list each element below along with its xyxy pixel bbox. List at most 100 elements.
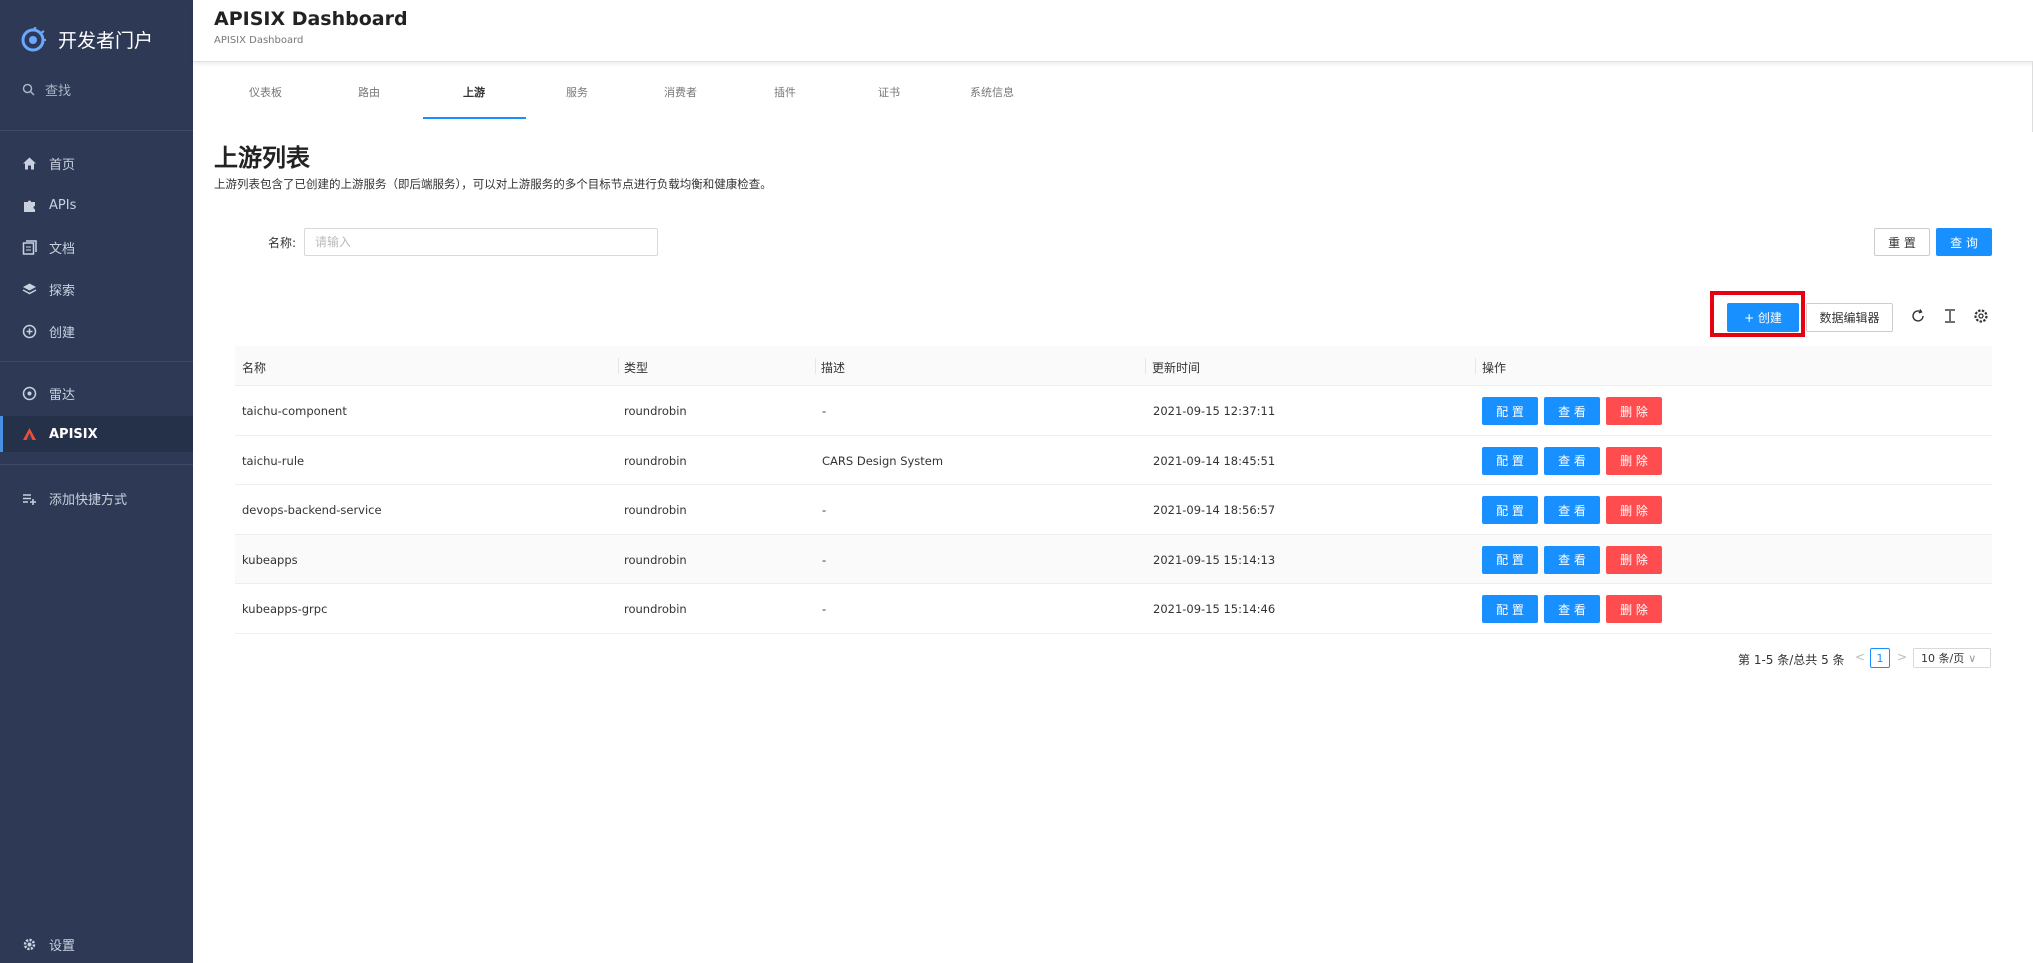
column-header-updated: 更新时间 xyxy=(1152,361,1201,375)
tab-services[interactable]: 服务 xyxy=(566,84,588,100)
tab-routes[interactable]: 路由 xyxy=(358,84,380,100)
sidebar-item-docs[interactable]: 文档 xyxy=(0,229,193,265)
sidebar-item-label: APISIX xyxy=(49,426,98,442)
tab-upstream[interactable]: 上游 xyxy=(463,84,485,100)
cell-type: roundrobin xyxy=(624,404,687,418)
add-circle-icon xyxy=(22,324,37,338)
sidebar-item-explore[interactable]: 探索 xyxy=(0,271,193,307)
tab-certificates[interactable]: 证书 xyxy=(878,84,900,100)
cell-updated: 2021-09-15 12:37:11 xyxy=(1153,404,1276,418)
pagination-prev[interactable]: < xyxy=(1855,650,1865,664)
pagination-page-1[interactable]: 1 xyxy=(1870,648,1890,668)
cell-updated: 2021-09-15 15:14:46 xyxy=(1153,602,1276,617)
create-button[interactable]: + 创建 xyxy=(1727,303,1799,332)
configure-button[interactable]: 配 置 xyxy=(1482,595,1538,624)
page-description: 上游列表包含了已创建的上游服务（即后端服务），可以对上游服务的多个目标节点进行负… xyxy=(214,177,772,191)
sidebar-item-label: 添加快捷方式 xyxy=(49,492,128,508)
sidebar-item-apis[interactable]: APIs xyxy=(0,187,193,223)
sidebar-item-radar[interactable]: 雷达 xyxy=(0,375,193,411)
delete-button[interactable]: 删 除 xyxy=(1606,496,1662,525)
layers-icon xyxy=(22,283,37,294)
view-button[interactable]: 查 看 xyxy=(1544,545,1600,574)
cell-updated: 2021-09-14 18:45:51 xyxy=(1153,453,1276,468)
delete-button[interactable]: 删 除 xyxy=(1606,545,1662,574)
sidebar-item-label: 创建 xyxy=(49,325,76,341)
cell-name: kubeapps-grpc xyxy=(242,602,328,617)
tab-consumers[interactable]: 消费者 xyxy=(664,84,697,100)
playlist-add-icon xyxy=(23,493,36,505)
configure-button[interactable]: 配 置 xyxy=(1482,545,1538,574)
configure-button[interactable]: 配 置 xyxy=(1482,397,1538,425)
sidebar-item-label: 探索 xyxy=(49,283,76,299)
pagination-next[interactable]: > xyxy=(1897,650,1907,664)
sidebar: 开发者门户 查找 首页 APIs 文档 探索 创建 雷达 APISIX 添加快捷… xyxy=(0,0,193,963)
header-subtitle: APISIX Dashboard xyxy=(214,35,304,46)
cell-name: devops-backend-service xyxy=(242,503,382,518)
view-button[interactable]: 查 看 xyxy=(1544,446,1600,475)
table-header: 名称 类型 描述 更新时间 操作 xyxy=(235,346,1992,386)
data-editor-button[interactable]: 数据编辑器 xyxy=(1806,303,1893,332)
page-size-value: 10 条/页 xyxy=(1921,652,1965,665)
cell-updated: 2021-09-14 18:56:57 xyxy=(1153,503,1276,518)
sidebar-search-label: 查找 xyxy=(45,84,72,99)
sidebar-divider xyxy=(0,361,193,362)
reset-button[interactable]: 重 置 xyxy=(1874,228,1930,256)
sidebar-item-home[interactable]: 首页 xyxy=(0,145,193,181)
sidebar-item-settings[interactable]: 设置 xyxy=(22,935,75,954)
tab-system-info[interactable]: 系统信息 xyxy=(970,84,1014,100)
sidebar-item-label: APIs xyxy=(49,197,77,213)
name-filter-input[interactable] xyxy=(304,228,658,256)
cell-description: - xyxy=(822,602,827,617)
cell-updated: 2021-09-15 15:14:13 xyxy=(1153,552,1276,567)
view-button[interactable]: 查 看 xyxy=(1544,496,1600,525)
delete-button[interactable]: 删 除 xyxy=(1606,397,1662,425)
column-height-icon[interactable] xyxy=(1942,308,1958,324)
sidebar-item-add-shortcut[interactable]: 添加快捷方式 xyxy=(0,480,193,516)
column-header-description: 描述 xyxy=(821,361,846,375)
puzzle-icon xyxy=(24,200,35,212)
apisix-logo-icon xyxy=(23,427,36,440)
view-button[interactable]: 查 看 xyxy=(1544,397,1600,425)
tab-dashboard[interactable]: 仪表板 xyxy=(249,84,282,100)
column-divider xyxy=(1145,358,1146,374)
cell-description: - xyxy=(822,404,827,418)
delete-button[interactable]: 删 除 xyxy=(1606,446,1662,475)
sidebar-item-apisix[interactable]: APISIX xyxy=(0,416,193,452)
column-header-actions: 操作 xyxy=(1482,361,1507,375)
cell-type: roundrobin xyxy=(624,453,687,468)
column-divider xyxy=(618,358,619,374)
column-header-type: 类型 xyxy=(624,361,649,375)
brand-logo-icon xyxy=(21,26,46,51)
brand[interactable]: 开发者门户 xyxy=(20,26,153,53)
table-row: kubeapps roundrobin - 2021-09-15 15:14:1… xyxy=(235,534,1992,585)
cell-name: taichu-rule xyxy=(242,453,305,468)
sidebar-search[interactable]: 查找 xyxy=(22,80,71,99)
active-tab-indicator xyxy=(423,117,526,119)
column-divider xyxy=(815,358,816,374)
chevron-down-icon: ∨ xyxy=(1968,651,1977,665)
tab-plugins[interactable]: 插件 xyxy=(774,84,796,100)
setting-icon[interactable] xyxy=(1973,308,1989,324)
cell-type: roundrobin xyxy=(624,503,687,518)
gear-icon xyxy=(23,938,36,951)
query-button[interactable]: 查 询 xyxy=(1936,228,1992,256)
delete-button[interactable]: 删 除 xyxy=(1606,595,1662,624)
reload-icon[interactable] xyxy=(1910,308,1926,324)
sidebar-settings-label: 设置 xyxy=(49,939,76,954)
table-row: taichu-component roundrobin - 2021-09-15… xyxy=(235,386,1992,436)
pagination-summary: 第 1-5 条/总共 5 条 xyxy=(1738,653,1845,667)
cell-name: taichu-component xyxy=(242,404,347,418)
configure-button[interactable]: 配 置 xyxy=(1482,446,1538,475)
sidebar-item-create[interactable]: 创建 xyxy=(0,313,193,349)
cell-type: roundrobin xyxy=(624,552,687,567)
table-row: devops-backend-service roundrobin - 2021… xyxy=(235,485,1992,535)
cell-description: - xyxy=(822,552,827,567)
table-row: taichu-rule roundrobin CARS Design Syste… xyxy=(235,436,1992,486)
view-button[interactable]: 查 看 xyxy=(1544,595,1600,624)
page-size-select[interactable]: 10 条/页 ∨ xyxy=(1913,648,1991,668)
configure-button[interactable]: 配 置 xyxy=(1482,496,1538,525)
header-title: APISIX Dashboard xyxy=(214,8,408,30)
sidebar-divider xyxy=(0,464,193,465)
sidebar-item-label: 雷达 xyxy=(49,387,76,403)
sidebar-divider xyxy=(0,130,193,131)
